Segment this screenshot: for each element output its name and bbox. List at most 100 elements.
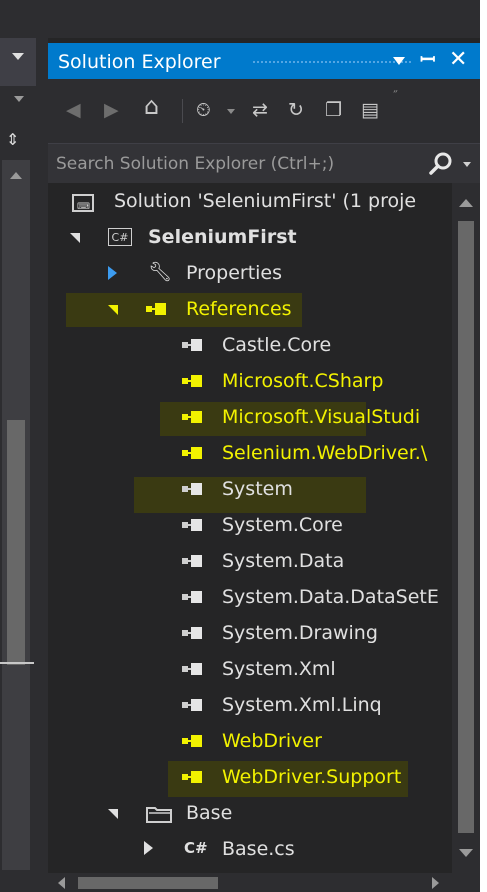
tree-item-solution[interactable]: ⌨ Solution 'SeleniumFirst' (1 proje bbox=[48, 183, 452, 219]
references-icon bbox=[146, 303, 166, 315]
collapsed-arrow-icon[interactable] bbox=[144, 841, 153, 855]
tree-item-label: System.Drawing bbox=[222, 622, 378, 644]
tree-item-reference[interactable]: System bbox=[48, 471, 452, 507]
solution-icon: ⌨ bbox=[72, 194, 94, 212]
tree-item-label: SeleniumFirst bbox=[148, 226, 297, 248]
left-scroll-thumb[interactable] bbox=[7, 420, 25, 665]
close-icon[interactable]: ✕ bbox=[449, 48, 467, 72]
tree-item-label: WebDriver bbox=[222, 730, 322, 752]
expanded-arrow-icon[interactable] bbox=[70, 233, 80, 243]
tree-item-reference[interactable]: System.Xml bbox=[48, 651, 452, 687]
assembly-reference-icon bbox=[182, 483, 202, 495]
left-scroll-up-arrow-icon[interactable] bbox=[10, 172, 22, 179]
assembly-reference-icon bbox=[182, 735, 202, 747]
panel-title: Solution Explorer bbox=[58, 51, 221, 73]
toolbar-overflow-icon[interactable]: ˝ bbox=[392, 85, 398, 107]
pending-changes-filter-icon[interactable]: ⏲ bbox=[196, 99, 211, 121]
wrench-icon: 🔧︎ bbox=[148, 261, 173, 283]
tree-item-reference[interactable]: System.Xml.Linq bbox=[48, 687, 452, 723]
back-icon[interactable]: ◀ bbox=[66, 99, 81, 121]
tree-item-label: System.Xml bbox=[222, 658, 336, 680]
vertical-scroll-thumb[interactable] bbox=[458, 221, 474, 833]
expanded-arrow-icon[interactable] bbox=[108, 305, 118, 315]
assembly-reference-icon bbox=[182, 663, 202, 675]
tree-item-reference[interactable]: WebDriver.Support bbox=[48, 759, 452, 795]
solution-tree: ⌨ Solution 'SeleniumFirst' (1 proje C# S… bbox=[48, 183, 452, 873]
left-window-dropdown-icon[interactable] bbox=[12, 53, 24, 60]
tree-item-reference[interactable]: System.Drawing bbox=[48, 615, 452, 651]
tree-item-folder-base[interactable]: Base bbox=[48, 795, 452, 831]
tree-item-reference[interactable]: System.Data bbox=[48, 543, 452, 579]
collapsed-arrow-icon[interactable] bbox=[108, 266, 117, 280]
sync-with-active-document-icon[interactable]: ⇄ bbox=[252, 99, 268, 121]
assembly-reference-icon bbox=[182, 627, 202, 639]
assembly-reference-icon bbox=[182, 555, 202, 567]
split-window-icon[interactable]: ⇕ bbox=[6, 132, 19, 148]
search-icon[interactable] bbox=[427, 150, 455, 178]
tree-item-label: System bbox=[222, 478, 293, 500]
assembly-reference-icon bbox=[182, 375, 202, 387]
tree-item-reference[interactable]: Castle.Core bbox=[48, 327, 452, 363]
scroll-left-arrow-icon[interactable] bbox=[58, 877, 65, 889]
left-window-dropdown-icon-secondary[interactable] bbox=[14, 96, 24, 102]
tree-item-label: Base bbox=[186, 802, 233, 824]
tree-item-reference[interactable]: Microsoft.CSharp bbox=[48, 363, 452, 399]
tree-item-references[interactable]: References bbox=[48, 291, 452, 327]
assembly-reference-icon bbox=[182, 771, 202, 783]
titlebar-grip bbox=[252, 60, 412, 65]
tree-item-reference[interactable]: Microsoft.VisualStudi bbox=[48, 399, 452, 435]
forward-icon[interactable]: ▶ bbox=[104, 99, 119, 121]
left-window-divider bbox=[0, 662, 34, 664]
filter-dropdown-icon[interactable] bbox=[227, 109, 235, 114]
search-options-dropdown-icon[interactable] bbox=[463, 162, 471, 167]
left-window-header bbox=[0, 38, 36, 86]
csharp-file-icon: C# bbox=[184, 839, 208, 857]
assembly-reference-icon bbox=[182, 519, 202, 531]
tree-item-label: Microsoft.CSharp bbox=[222, 370, 384, 392]
tree-item-properties[interactable]: 🔧︎ Properties bbox=[48, 255, 452, 291]
tree-item-label: System.Data bbox=[222, 550, 345, 572]
solution-explorer-panel: Solution Explorer ꟷ ✕ ◀ ▶ ⌂ ⏲ ⇄ ↻ ❐ ▤ ˝ bbox=[48, 38, 480, 892]
show-all-files-icon[interactable]: ▤ bbox=[361, 99, 379, 121]
search-bar bbox=[48, 143, 480, 185]
vertical-scrollbar[interactable] bbox=[452, 183, 480, 873]
scroll-right-arrow-icon[interactable] bbox=[432, 877, 439, 889]
tree-item-project[interactable]: C# SeleniumFirst bbox=[48, 219, 452, 255]
assembly-reference-icon bbox=[182, 447, 202, 459]
tree-item-reference[interactable]: System.Data.DataSetE bbox=[48, 579, 452, 615]
scroll-down-arrow-icon[interactable] bbox=[459, 849, 473, 857]
refresh-icon[interactable]: ↻ bbox=[288, 99, 304, 121]
tree-item-label: WebDriver.Support bbox=[222, 766, 402, 788]
svg-text:⌨: ⌨ bbox=[77, 202, 90, 212]
assembly-reference-icon bbox=[182, 411, 202, 423]
tree-item-reference[interactable]: WebDriver bbox=[48, 723, 452, 759]
tree-item-label: Microsoft.VisualStudi bbox=[222, 406, 421, 428]
horizontal-scroll-thumb[interactable] bbox=[78, 877, 218, 889]
horizontal-scrollbar[interactable] bbox=[48, 873, 480, 892]
tree-item-label: System.Data.DataSetE bbox=[222, 586, 439, 608]
panel-titlebar[interactable]: Solution Explorer ꟷ ✕ bbox=[48, 43, 480, 79]
collapse-all-icon[interactable]: ❐ bbox=[325, 99, 342, 121]
tree-item-label: System.Core bbox=[222, 514, 343, 536]
pin-icon[interactable]: ꟷ bbox=[420, 49, 435, 71]
home-icon[interactable]: ⌂ bbox=[144, 94, 159, 118]
tree-item-file-base-cs[interactable]: C# Base.cs bbox=[48, 831, 452, 867]
tree-item-reference[interactable]: System.Core bbox=[48, 507, 452, 543]
assembly-reference-icon bbox=[182, 591, 202, 603]
panel-toolbar: ◀ ▶ ⌂ ⏲ ⇄ ↻ ❐ ▤ ˝ bbox=[48, 79, 480, 143]
scroll-up-arrow-icon[interactable] bbox=[459, 199, 473, 207]
folder-icon bbox=[146, 807, 172, 823]
tree-item-label: Base.cs bbox=[222, 838, 295, 860]
window-position-dropdown-icon[interactable] bbox=[393, 57, 405, 65]
visual-studio-window: ⇕ Solution Explorer ꟷ ✕ ◀ ▶ ⌂ ⏲ ⇄ ↻ ❐ ▤ … bbox=[0, 0, 480, 892]
assembly-reference-icon bbox=[182, 699, 202, 711]
expanded-arrow-icon[interactable] bbox=[108, 809, 118, 819]
tree-item-label: Properties bbox=[186, 262, 283, 284]
tree-item-label: Castle.Core bbox=[222, 334, 332, 356]
toolbar-separator bbox=[182, 99, 183, 123]
tree-item-label: Selenium.WebDriver.\ bbox=[222, 442, 428, 464]
assembly-reference-icon bbox=[182, 339, 202, 351]
search-input[interactable] bbox=[56, 151, 416, 177]
csharp-project-icon: C# bbox=[108, 228, 132, 246]
tree-item-reference[interactable]: Selenium.WebDriver.\ bbox=[48, 435, 452, 471]
